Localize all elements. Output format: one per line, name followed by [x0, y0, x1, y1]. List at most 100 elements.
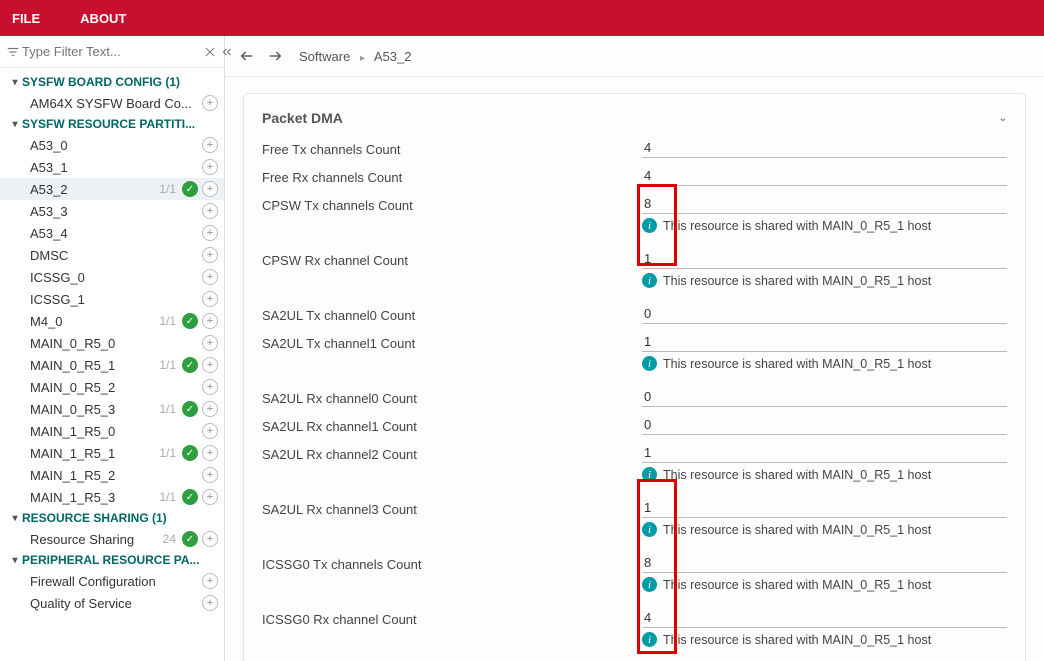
sidebar-item-main0r52[interactable]: MAIN_0_R5_2+	[0, 376, 224, 398]
sidebar-item-main0r50[interactable]: MAIN_0_R5_0+	[0, 332, 224, 354]
breadcrumb-software[interactable]: Software	[299, 49, 350, 64]
sidebar-item-main1r50[interactable]: MAIN_1_R5_0+	[0, 420, 224, 442]
add-icon[interactable]: +	[202, 595, 218, 611]
filter-icon	[6, 42, 20, 62]
field-label: SA2UL Rx channel1 Count	[262, 417, 642, 434]
group-sysfw-resource-partition[interactable]: ▾ SYSFW RESOURCE PARTITI...	[0, 114, 224, 134]
sidebar-item-m4-0[interactable]: M4_01/1✓+	[0, 310, 224, 332]
sa2ul-tx1-input[interactable]: 1	[642, 334, 1007, 352]
group-peripheral-resource[interactable]: ▾ PERIPHERAL RESOURCE PA...	[0, 550, 224, 570]
sidebar: ▾ SYSFW BOARD CONFIG (1) AM64X SYSFW Boa…	[0, 36, 225, 661]
cpsw-rx-input[interactable]: 1	[642, 251, 1007, 269]
info-icon: i	[642, 577, 657, 592]
add-icon[interactable]: +	[202, 357, 218, 373]
panel-title: Packet DMA	[262, 110, 999, 126]
add-icon[interactable]: +	[202, 445, 218, 461]
nav-forward-button[interactable]	[263, 44, 287, 68]
chevron-down-icon: ▾	[8, 77, 22, 88]
chevron-down-icon: ▾	[8, 555, 22, 566]
add-icon[interactable]: +	[202, 159, 218, 175]
menubar: FILE ABOUT	[0, 0, 1044, 36]
sidebar-item-main0r51[interactable]: MAIN_0_R5_11/1✓+	[0, 354, 224, 376]
info-note: iThis resource is shared with MAIN_0_R5_…	[642, 273, 1007, 288]
free-tx-input[interactable]: 4	[642, 140, 1007, 158]
breadcrumb-a53-2[interactable]: A53_2	[374, 49, 412, 64]
sidebar-item-a53-2[interactable]: A53_21/1✓+	[0, 178, 224, 200]
add-icon[interactable]: +	[202, 531, 218, 547]
add-icon[interactable]: +	[202, 269, 218, 285]
info-note: iThis resource is shared with MAIN_0_R5_…	[642, 577, 1007, 592]
info-note: iThis resource is shared with MAIN_0_R5_…	[642, 356, 1007, 371]
tree: ▾ SYSFW BOARD CONFIG (1) AM64X SYSFW Boa…	[0, 68, 224, 661]
sa2ul-rx3-input[interactable]: 1	[642, 500, 1007, 518]
field-label: Free Tx channels Count	[262, 140, 642, 157]
field-label: CPSW Tx channels Count	[262, 196, 642, 213]
sidebar-item-icssg1[interactable]: ICSSG_1+	[0, 288, 224, 310]
cpsw-tx-input[interactable]: 8	[642, 196, 1007, 214]
info-icon: i	[642, 356, 657, 371]
sidebar-item-a53-4[interactable]: A53_4+	[0, 222, 224, 244]
add-icon[interactable]: +	[202, 95, 218, 111]
icssg0-tx-input[interactable]: 8	[642, 555, 1007, 573]
add-icon[interactable]: +	[202, 247, 218, 263]
field-label: ICSSG0 Rx channel Count	[262, 610, 642, 627]
sidebar-item-dmsc[interactable]: DMSC+	[0, 244, 224, 266]
icssg0-rx-input[interactable]: 4	[642, 610, 1007, 628]
check-icon: ✓	[182, 357, 198, 373]
add-icon[interactable]: +	[202, 573, 218, 589]
sidebar-item-a53-0[interactable]: A53_0+	[0, 134, 224, 156]
check-icon: ✓	[182, 531, 198, 547]
clear-filter-icon[interactable]	[204, 42, 216, 62]
sidebar-item-qos[interactable]: Quality of Service+	[0, 592, 224, 614]
sidebar-item-a53-3[interactable]: A53_3+	[0, 200, 224, 222]
sidebar-item-a53-1[interactable]: A53_1+	[0, 156, 224, 178]
add-icon[interactable]: +	[202, 379, 218, 395]
field-label: SA2UL Rx channel0 Count	[262, 389, 642, 406]
add-icon[interactable]: +	[202, 335, 218, 351]
free-rx-input[interactable]: 4	[642, 168, 1007, 186]
file-menu[interactable]: FILE	[12, 11, 40, 26]
packet-dma-header[interactable]: Packet DMA ⌄	[262, 106, 1007, 140]
field-label: SA2UL Tx channel1 Count	[262, 334, 642, 351]
sa2ul-rx2-input[interactable]: 1	[642, 445, 1007, 463]
nav-back-button[interactable]	[235, 44, 259, 68]
breadcrumb-sep-icon: ▸	[360, 53, 365, 64]
sidebar-item-resource-sharing[interactable]: Resource Sharing24✓+	[0, 528, 224, 550]
sidebar-item-am64x-board[interactable]: AM64X SYSFW Board Co... +	[0, 92, 224, 114]
info-icon: i	[642, 522, 657, 537]
add-icon[interactable]: +	[202, 313, 218, 329]
add-icon[interactable]: +	[202, 225, 218, 241]
check-icon: ✓	[182, 489, 198, 505]
sidebar-item-main1r51[interactable]: MAIN_1_R5_11/1✓+	[0, 442, 224, 464]
info-icon: i	[642, 632, 657, 647]
sa2ul-rx1-input[interactable]: 0	[642, 417, 1007, 435]
breadcrumb: Software ▸ A53_2	[299, 49, 411, 64]
sa2ul-rx0-input[interactable]: 0	[642, 389, 1007, 407]
group-sysfw-board-config[interactable]: ▾ SYSFW BOARD CONFIG (1)	[0, 72, 224, 92]
about-menu[interactable]: ABOUT	[80, 11, 126, 26]
add-icon[interactable]: +	[202, 467, 218, 483]
sidebar-item-main1r52[interactable]: MAIN_1_R5_2+	[0, 464, 224, 486]
add-icon[interactable]: +	[202, 401, 218, 417]
check-icon: ✓	[182, 313, 198, 329]
info-icon: i	[642, 467, 657, 482]
add-icon[interactable]: +	[202, 423, 218, 439]
sidebar-item-firewall-config[interactable]: Firewall Configuration+	[0, 570, 224, 592]
chevron-down-icon: ⌄	[999, 113, 1007, 124]
info-icon: i	[642, 218, 657, 233]
info-icon: i	[642, 273, 657, 288]
sa2ul-tx0-input[interactable]: 0	[642, 306, 1007, 324]
sidebar-item-main1r53[interactable]: MAIN_1_R5_31/1✓+	[0, 486, 224, 508]
add-icon[interactable]: +	[202, 181, 218, 197]
group-resource-sharing[interactable]: ▾ RESOURCE SHARING (1)	[0, 508, 224, 528]
add-icon[interactable]: +	[202, 203, 218, 219]
field-label: ICSSG0 Tx channels Count	[262, 555, 642, 572]
sidebar-item-icssg0[interactable]: ICSSG_0+	[0, 266, 224, 288]
sidebar-item-main0r53[interactable]: MAIN_0_R5_31/1✓+	[0, 398, 224, 420]
add-icon[interactable]: +	[202, 489, 218, 505]
info-note: iThis resource is shared with MAIN_0_R5_…	[642, 632, 1007, 647]
add-icon[interactable]: +	[202, 137, 218, 153]
add-icon[interactable]: +	[202, 291, 218, 307]
chevron-down-icon: ▾	[8, 513, 22, 524]
filter-input[interactable]	[20, 40, 200, 63]
